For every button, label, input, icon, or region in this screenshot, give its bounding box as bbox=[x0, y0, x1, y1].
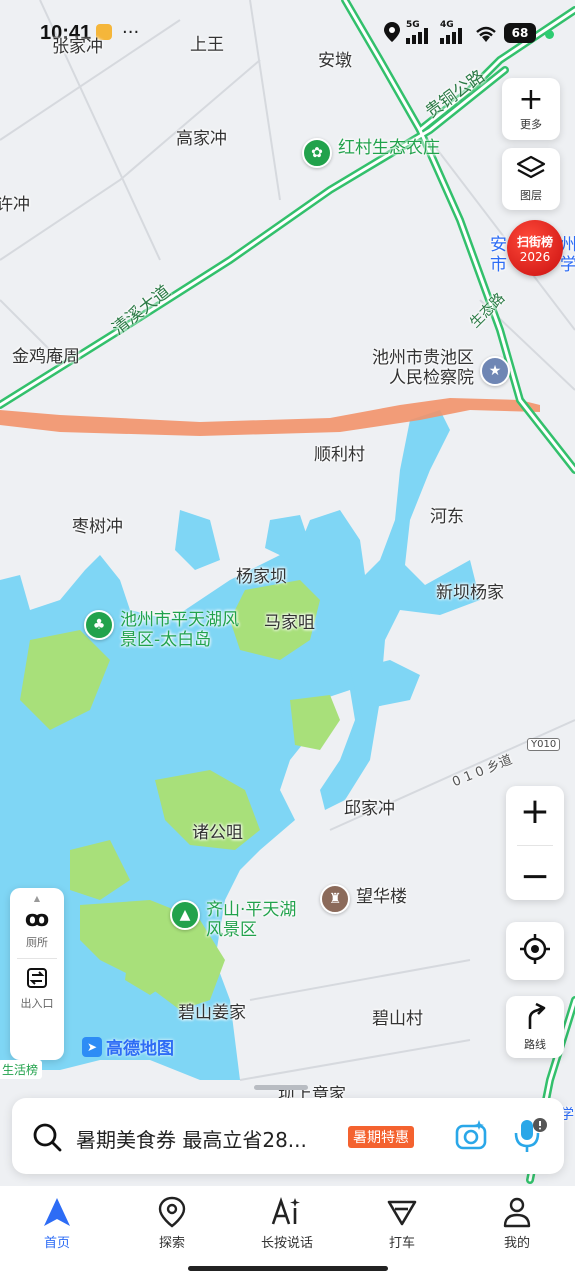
zoom-controls: + − bbox=[506, 786, 564, 900]
star-emblem-icon: ★ bbox=[480, 356, 510, 386]
map-label-zaoshuchong: 枣树冲 bbox=[72, 517, 123, 537]
map-label-bishancun: 碧山村 bbox=[372, 1009, 423, 1029]
search-placeholder: 暑期美食券 最高立省28... bbox=[76, 1128, 307, 1152]
poi-hongcun[interactable]: ✿ 红村生态农庄 bbox=[302, 138, 440, 168]
promo-tag[interactable]: 暑期特惠 bbox=[348, 1126, 414, 1148]
panel-collapse-icon[interactable]: ▲ bbox=[34, 894, 40, 903]
map-label-zhangjiachong: 张家冲 bbox=[52, 37, 103, 57]
user-profile-icon bbox=[503, 1197, 531, 1228]
amap-logo-text: 高德地图 bbox=[106, 1039, 174, 1059]
bottom-tab-bar: 首页 探索 长按说话 打车 我的 bbox=[0, 1186, 575, 1280]
plus-icon: + bbox=[518, 82, 544, 117]
scan-badge-title: 扫街榜 bbox=[516, 234, 553, 249]
map-label-xinbayangjia: 新坝杨家 bbox=[436, 583, 504, 603]
park-tree-icon: ♣ bbox=[84, 610, 114, 640]
camera-scan-icon[interactable] bbox=[454, 1118, 488, 1156]
poi-taibai-island[interactable]: ♣ 池州市平天湖风 景区-太白岛 bbox=[84, 610, 239, 650]
poi-qishan-label: 齐山·平天湖 风景区 bbox=[206, 900, 297, 940]
entrance-icon bbox=[26, 967, 48, 993]
tab-profile-label: 我的 bbox=[503, 1236, 530, 1251]
more-label: 更多 bbox=[520, 118, 542, 131]
voice-mic-icon[interactable] bbox=[512, 1116, 548, 1158]
zoom-in-button[interactable]: + bbox=[520, 793, 550, 830]
map-label-zhugongzui: 诸公咀 bbox=[192, 823, 243, 843]
mountain-icon: ▲ bbox=[170, 900, 200, 930]
tab-home-label: 首页 bbox=[43, 1236, 70, 1251]
poi-wanghualou[interactable]: ♜ 望华楼 bbox=[320, 884, 407, 914]
scan-badge-year: 2026 bbox=[519, 249, 551, 264]
route-button[interactable]: 路线 bbox=[506, 996, 564, 1058]
status-menu-dots: ··· bbox=[122, 22, 140, 43]
map-label-majiazui: 马家咀 bbox=[264, 613, 315, 633]
tab-taxi[interactable]: 打车 bbox=[357, 1196, 447, 1251]
layers-label: 图层 bbox=[520, 189, 542, 202]
search-icon bbox=[32, 1122, 62, 1156]
tab-profile[interactable]: 我的 bbox=[472, 1196, 562, 1251]
map-label-yangjiaba: 杨家坝 bbox=[236, 567, 287, 587]
taxi-icon bbox=[387, 1200, 417, 1226]
map-label-hedong: 河东 bbox=[430, 507, 464, 527]
entrance-label: 出入口 bbox=[20, 997, 54, 1010]
map-label-shangwang: 上王 bbox=[190, 35, 224, 55]
cherry-icon: ✿ bbox=[302, 138, 332, 168]
route-label: 路线 bbox=[524, 1038, 546, 1051]
map-label-shunlicun: 顺利村 bbox=[314, 445, 365, 465]
toilet-button[interactable]: ꝏ 厕所 bbox=[25, 907, 49, 950]
location-icon bbox=[384, 22, 400, 46]
search-bar[interactable]: 暑期美食券 最高立省28... 暑期特惠 bbox=[12, 1098, 564, 1174]
map-label-gaojiachong: 高家冲 bbox=[176, 129, 227, 149]
poi-qishan[interactable]: ▲ 齐山·平天湖 风景区 bbox=[170, 900, 296, 940]
signal-icon-1 bbox=[406, 28, 434, 48]
battery-icon: 68 bbox=[504, 23, 536, 43]
sheet-drag-handle[interactable] bbox=[254, 1085, 308, 1090]
left-panel-divider bbox=[17, 958, 57, 959]
map-label-jinjianzhou: 金鸡庵周 bbox=[12, 347, 80, 367]
scan-ranking-badge[interactable]: 扫街榜 2026 bbox=[507, 220, 563, 276]
map-label-partial-shi: 市 bbox=[490, 255, 507, 275]
pagoda-icon: ♜ bbox=[320, 884, 350, 914]
tab-home[interactable]: 首页 bbox=[12, 1196, 102, 1251]
locate-crosshair-icon bbox=[519, 933, 551, 969]
locate-button[interactable] bbox=[506, 922, 564, 980]
tab-voice-label: 长按说话 bbox=[260, 1236, 313, 1251]
ai-voice-icon bbox=[271, 1197, 300, 1225]
home-indicator bbox=[188, 1266, 388, 1271]
poi-wanghualou-label: 望华楼 bbox=[356, 887, 407, 907]
layers-icon bbox=[516, 155, 546, 185]
amap-logo: ➤ 高德地图 bbox=[82, 1034, 174, 1059]
route-arrow-icon bbox=[522, 1002, 548, 1034]
poi-procuratorate-label: 池州市贵池区 人民检察院 bbox=[372, 348, 474, 388]
tab-taxi-label: 打车 bbox=[388, 1236, 415, 1251]
poi-procuratorate[interactable]: 池州市贵池区 人民检察院 ★ bbox=[372, 348, 510, 388]
map-label-qiujiachong: 邱家冲 bbox=[344, 799, 395, 819]
toilet-icon: ꝏ bbox=[24, 907, 50, 932]
status-green-dot bbox=[545, 30, 554, 39]
amap-arrow-icon: ➤ bbox=[82, 1036, 102, 1057]
more-button[interactable]: + 更多 bbox=[502, 78, 560, 140]
road-badge-y010: Y010 bbox=[527, 738, 561, 751]
left-tool-panel: ▲ ꝏ 厕所 出入口 bbox=[10, 888, 64, 1060]
tab-voice[interactable]: 长按说话 bbox=[242, 1196, 332, 1251]
map-label-bishanjiangjia: 碧山姜家 bbox=[178, 1003, 246, 1023]
tab-explore[interactable]: 探索 bbox=[127, 1196, 217, 1251]
life-list-chip[interactable]: 生活榜 bbox=[0, 1060, 43, 1079]
entrance-button[interactable]: 出入口 bbox=[21, 967, 54, 1011]
explore-pin-icon bbox=[158, 1196, 186, 1228]
tab-explore-label: 探索 bbox=[158, 1236, 185, 1251]
map-label-xuchong: 许冲 bbox=[0, 195, 30, 215]
poi-taibai-label: 池州市平天湖风 景区-太白岛 bbox=[120, 610, 239, 650]
zoom-out-button[interactable]: − bbox=[520, 859, 550, 895]
home-navigation-arrow-icon bbox=[44, 1198, 70, 1226]
zoom-divider bbox=[517, 845, 553, 847]
toilet-label: 厕所 bbox=[26, 936, 48, 949]
signal-icon-2 bbox=[440, 28, 468, 48]
poi-hongcun-label: 红村生态农庄 bbox=[338, 138, 440, 158]
battery-level: 68 bbox=[511, 26, 529, 40]
layers-button[interactable]: 图层 bbox=[502, 148, 560, 210]
map-label-andun: 安墩 bbox=[318, 51, 352, 71]
wifi-icon bbox=[474, 24, 498, 46]
